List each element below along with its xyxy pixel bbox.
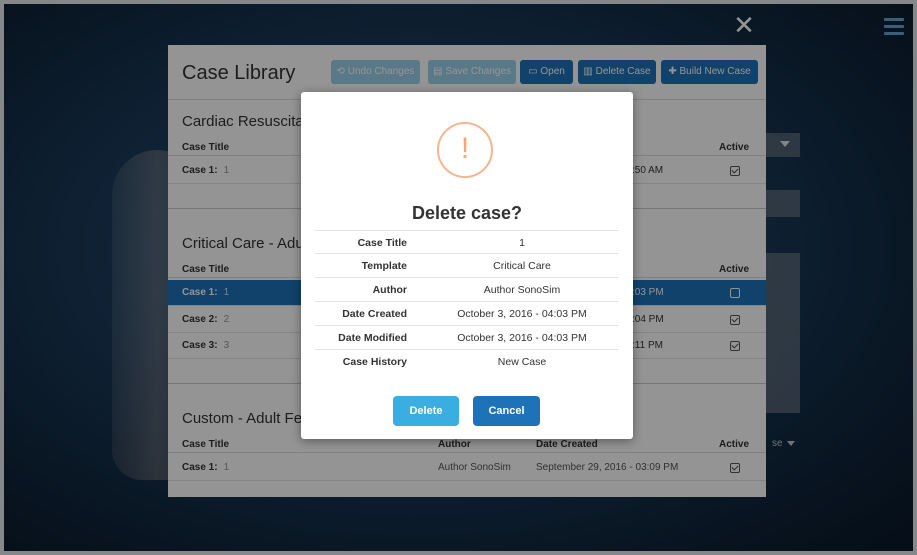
top-edge	[0, 0, 917, 4]
section-title: Custom - Adult Fe	[182, 410, 303, 427]
save-icon: ▤	[433, 66, 443, 77]
save-button[interactable]: ▤ Save Changes	[428, 60, 516, 84]
case-info-table: Case Title 1 Template Critical Care Auth…	[315, 230, 619, 374]
case-label: Case 1:	[182, 462, 218, 473]
col-case-title: Case Title	[182, 438, 230, 450]
info-label: Date Modified	[338, 332, 407, 344]
case-time: :11 PM	[632, 340, 663, 351]
folder-open-icon: ▭	[528, 66, 538, 77]
close-icon[interactable]: ✕	[733, 12, 755, 38]
right-edge	[913, 0, 917, 555]
section-title: Critical Care - Adu	[182, 235, 304, 252]
info-label: Case History	[342, 356, 407, 368]
col-case-title: Case Title	[182, 263, 230, 275]
delete-button[interactable]: Delete	[393, 396, 459, 426]
page-title: Case Library	[182, 62, 296, 84]
chevron-down-icon	[780, 141, 790, 147]
active-checkbox[interactable]	[730, 340, 740, 351]
dialog-title: Delete case?	[411, 203, 523, 223]
open-button[interactable]: ▭ Open	[520, 60, 573, 84]
table-row[interactable]: Case 1: 1 Author SonoSim September 29, 20…	[168, 455, 766, 481]
info-value: New Case	[497, 356, 547, 368]
info-value: 1	[519, 237, 525, 249]
info-value: October 3, 2016 - 04:03 PM	[457, 332, 587, 344]
undo-icon: ⟲	[336, 66, 345, 77]
case-number: 1	[223, 165, 230, 176]
side-select-label[interactable]: se	[772, 438, 796, 449]
hamburger-icon[interactable]	[884, 18, 904, 35]
col-active: Active	[719, 263, 750, 275]
info-row: Author Author SonoSim	[315, 278, 619, 302]
info-row: Case Title 1	[315, 230, 619, 254]
case-time: :03 PM	[632, 287, 664, 298]
case-label: Case 1:	[182, 287, 218, 298]
info-row: Date Created October 3, 2016 - 04:03 PM	[315, 302, 619, 326]
col-case-title: Case Title	[182, 141, 230, 153]
build-new-case-button[interactable]: ✚ Build New Case	[661, 60, 758, 84]
case-number: 1	[223, 462, 230, 473]
case-number: 2	[223, 314, 230, 325]
info-value: Critical Care	[493, 260, 551, 272]
delete-case-button[interactable]: ▥ Delete Case	[578, 60, 656, 84]
info-value: October 3, 2016 - 04:03 PM	[457, 308, 587, 320]
bottom-edge	[0, 551, 917, 555]
info-label: Date Created	[342, 308, 407, 320]
case-label: Case 3:	[182, 340, 218, 351]
cancel-button[interactable]: Cancel	[473, 396, 540, 426]
left-edge	[0, 0, 4, 555]
side-dropdown[interactable]	[760, 133, 800, 157]
active-checkbox[interactable]	[730, 287, 740, 298]
info-value: Author SonoSim	[483, 284, 561, 296]
info-label: Case Title	[357, 237, 407, 249]
case-date-created: September 29, 2016 - 03:09 PM	[536, 462, 679, 473]
info-label: Author	[372, 284, 407, 296]
active-checkbox[interactable]	[730, 165, 740, 176]
case-time: :04 PM	[632, 314, 664, 325]
trash-icon: ▥	[583, 66, 593, 77]
build-icon: ✚	[668, 66, 677, 77]
col-active: Active	[719, 141, 750, 153]
info-label: Template	[361, 260, 407, 272]
section-title: Cardiac Resuscitat	[182, 113, 308, 130]
case-number: 1	[223, 287, 230, 298]
col-active: Active	[719, 438, 750, 450]
case-number: 3	[223, 340, 230, 351]
info-row: Template Critical Care	[315, 254, 619, 278]
delete-case-dialog: ! Delete case? Case Title 1 Template Cri…	[301, 92, 633, 439]
undo-button[interactable]: ⟲ Undo Changes	[331, 60, 420, 84]
case-label: Case 1:	[182, 165, 218, 176]
active-checkbox[interactable]	[730, 314, 740, 325]
chevron-down-icon	[787, 441, 796, 446]
info-row: Case History New Case	[315, 350, 619, 374]
warning-icon: !	[437, 122, 493, 178]
case-author: Author SonoSim	[438, 462, 511, 473]
info-row: Date Modified October 3, 2016 - 04:03 PM	[315, 326, 619, 350]
case-time: :50 AM	[632, 165, 664, 176]
side-preview	[760, 253, 800, 413]
active-checkbox[interactable]	[730, 462, 740, 473]
case-label: Case 2:	[182, 314, 218, 325]
side-field[interactable]	[760, 190, 800, 217]
